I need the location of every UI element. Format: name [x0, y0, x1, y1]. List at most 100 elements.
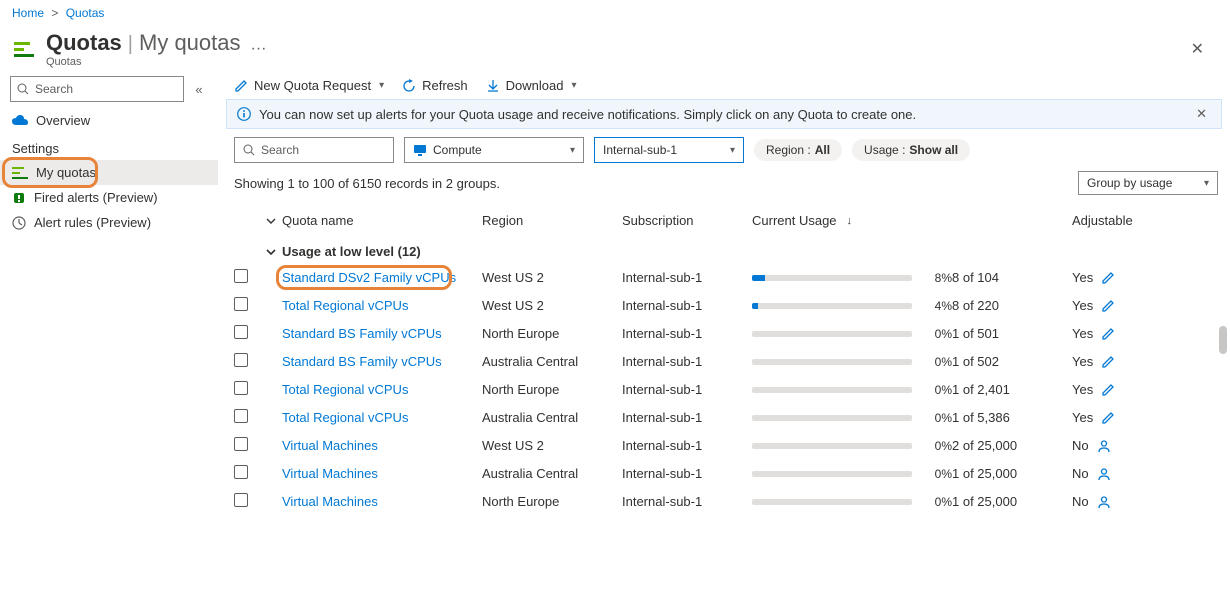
subscription-cell: Internal-sub-1	[622, 438, 752, 453]
provider-value: Compute	[433, 143, 482, 157]
row-checkbox[interactable]	[234, 493, 248, 507]
group-row[interactable]: Usage at low level (12)	[234, 234, 1210, 263]
quota-table: Quota name Region Subscription Current U…	[226, 207, 1226, 515]
usage-cell: 0%	[752, 495, 952, 509]
refresh-button[interactable]: Refresh	[402, 78, 468, 93]
table-row: Total Regional vCPUsWest US 2Internal-su…	[234, 291, 1210, 319]
person-icon[interactable]	[1097, 439, 1111, 453]
edit-icon[interactable]	[1101, 327, 1115, 341]
person-icon[interactable]	[1097, 467, 1111, 481]
col-usage[interactable]: Current Usage↓	[752, 213, 952, 228]
region-cell: North Europe	[482, 494, 622, 509]
expand-all[interactable]	[260, 216, 282, 226]
usage-cell: 0%	[752, 327, 952, 341]
chevron-down-icon: ▾	[570, 145, 575, 156]
edit-icon[interactable]	[1101, 411, 1115, 425]
scrollbar-thumb[interactable]	[1219, 326, 1227, 354]
sidebar-item-overview[interactable]: Overview	[0, 108, 218, 133]
usage-cell: 8%	[752, 271, 952, 285]
table-row: Standard DSv2 Family vCPUsWest US 2Inter…	[234, 263, 1210, 291]
toolbar: New Quota Request ▾ Refresh Download ▾	[226, 72, 1226, 99]
row-checkbox[interactable]	[234, 437, 248, 451]
table-search[interactable]: Search	[234, 137, 394, 163]
col-quota-name[interactable]: Quota name	[282, 213, 482, 228]
chevron-down-icon: ▾	[730, 145, 735, 156]
more-actions[interactable]: ···	[251, 40, 267, 58]
provider-dropdown[interactable]: Compute ▾	[404, 137, 584, 163]
sidebar-item-fired-alerts[interactable]: Fired alerts (Preview)	[0, 185, 218, 210]
groupby-dropdown[interactable]: Group by usage ▾	[1078, 171, 1218, 195]
region-label: Region :	[766, 143, 811, 157]
breadcrumb-current[interactable]: Quotas	[66, 6, 105, 20]
quota-link[interactable]: Standard DSv2 Family vCPUs	[282, 270, 456, 285]
chevron-down-icon: ▾	[571, 80, 576, 91]
quota-link[interactable]: Standard BS Family vCPUs	[282, 326, 442, 341]
adjustable-cell: Yes	[1072, 410, 1093, 425]
edit-icon[interactable]	[1101, 271, 1115, 285]
region-filter[interactable]: Region : All	[754, 139, 842, 161]
edit-icon[interactable]	[1101, 299, 1115, 313]
quota-link[interactable]: Virtual Machines	[282, 466, 378, 481]
close-button[interactable]: ✕	[1185, 39, 1210, 59]
edit-icon[interactable]	[1101, 383, 1115, 397]
row-checkbox[interactable]	[234, 269, 248, 283]
usage-filter[interactable]: Usage : Show all	[852, 139, 970, 161]
quota-link[interactable]: Total Regional vCPUs	[282, 298, 408, 313]
quota-link[interactable]: Virtual Machines	[282, 494, 378, 509]
quota-link[interactable]: Standard BS Family vCPUs	[282, 354, 442, 369]
col-region[interactable]: Region	[482, 213, 622, 228]
page-title: Quotas	[46, 30, 122, 56]
adjustable-cell: Yes	[1072, 382, 1093, 397]
table-row: Virtual MachinesNorth EuropeInternal-sub…	[234, 487, 1210, 515]
breadcrumb: Home > Quotas	[0, 0, 1230, 26]
page-subtitle: My quotas	[139, 30, 241, 56]
col-adjustable[interactable]: Adjustable	[1072, 213, 1162, 228]
row-checkbox[interactable]	[234, 381, 248, 395]
new-quota-request-button[interactable]: New Quota Request ▾	[234, 78, 384, 93]
row-checkbox[interactable]	[234, 353, 248, 367]
sidebar-item-my-quotas[interactable]: My quotas	[0, 160, 218, 185]
qty-cell: 8 of 104	[952, 270, 1072, 285]
alert-icon	[12, 191, 26, 205]
breadcrumb-home[interactable]: Home	[12, 6, 44, 20]
region-cell: North Europe	[482, 326, 622, 341]
usage-cell: 0%	[752, 467, 952, 481]
edit-icon[interactable]	[1101, 355, 1115, 369]
row-checkbox[interactable]	[234, 409, 248, 423]
sidebar-overview-label: Overview	[36, 113, 90, 128]
region-cell: West US 2	[482, 298, 622, 313]
info-icon	[237, 107, 251, 121]
info-banner: You can now set up alerts for your Quota…	[226, 99, 1222, 129]
download-button[interactable]: Download ▾	[486, 78, 577, 93]
records-text: Showing 1 to 100 of 6150 records in 2 gr…	[234, 176, 500, 191]
usage-cell: 4%	[752, 299, 952, 313]
subscription-cell: Internal-sub-1	[622, 270, 752, 285]
region-value: All	[815, 143, 830, 157]
person-icon[interactable]	[1097, 495, 1111, 509]
quota-link[interactable]: Total Regional vCPUs	[282, 410, 408, 425]
row-checkbox[interactable]	[234, 325, 248, 339]
subscription-dropdown[interactable]: Internal-sub-1 ▾	[594, 137, 744, 163]
chevron-down-icon: ▾	[379, 80, 384, 91]
dismiss-banner[interactable]: ✕	[1192, 106, 1211, 122]
sidebar-item-alert-rules[interactable]: Alert rules (Preview)	[0, 210, 218, 235]
subscription-cell: Internal-sub-1	[622, 354, 752, 369]
table-row: Standard BS Family vCPUsAustralia Centra…	[234, 347, 1210, 375]
scrollbar[interactable]	[1218, 292, 1228, 612]
adjustable-cell: No	[1072, 466, 1089, 481]
quota-link[interactable]: Virtual Machines	[282, 438, 378, 453]
row-checkbox[interactable]	[234, 297, 248, 311]
qty-cell: 2 of 25,000	[952, 438, 1072, 453]
group-label: Usage at low level (12)	[282, 244, 421, 259]
filter-row: Search Compute ▾ Internal-sub-1 ▾ Region…	[226, 135, 1226, 169]
collapse-sidebar-button[interactable]: «	[190, 80, 208, 98]
info-text: You can now set up alerts for your Quota…	[259, 107, 916, 122]
col-subscription[interactable]: Subscription	[622, 213, 752, 228]
quota-link[interactable]: Total Regional vCPUs	[282, 382, 408, 397]
sidebar-search[interactable]: Search	[10, 76, 184, 102]
quotas-icon	[12, 37, 36, 61]
region-cell: North Europe	[482, 382, 622, 397]
sidebar: Search « Overview Settings My quotas Fir…	[0, 72, 218, 569]
main: New Quota Request ▾ Refresh Download ▾ Y…	[218, 72, 1230, 569]
row-checkbox[interactable]	[234, 465, 248, 479]
